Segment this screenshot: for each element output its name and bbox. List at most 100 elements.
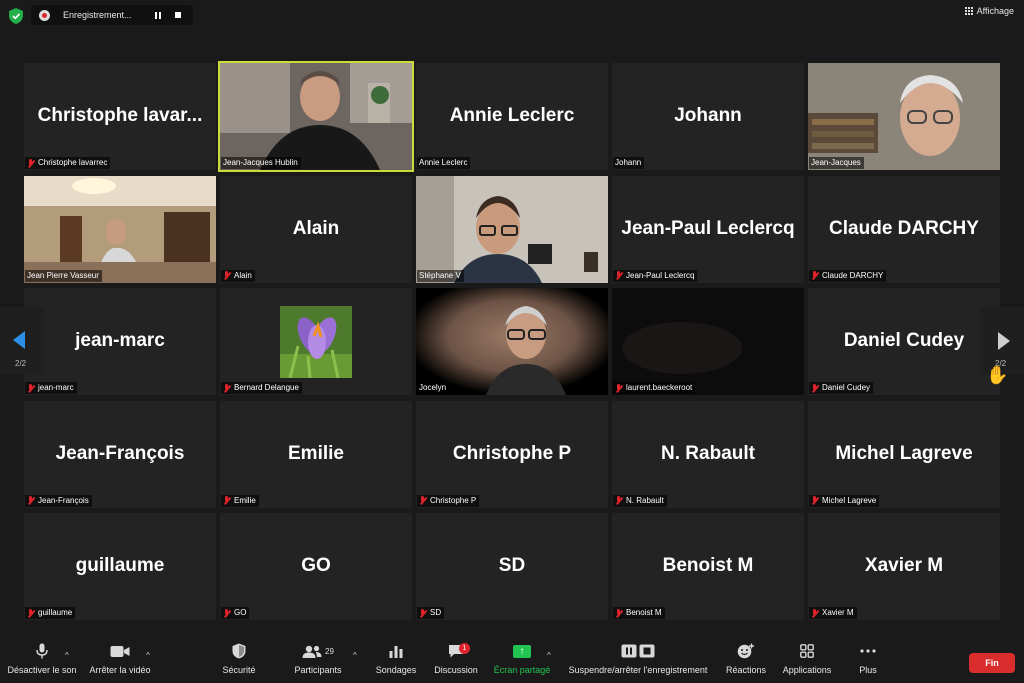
microphone-icon [36, 640, 48, 662]
mic-muted-icon [615, 271, 623, 280]
participant-tile[interactable]: Emilie Emilie [220, 400, 412, 508]
mic-muted-icon [419, 496, 427, 505]
polls-button[interactable]: Sondages [372, 640, 420, 683]
participant-tile[interactable]: Xavier M Xavier M [808, 513, 1000, 620]
stop-recording-button[interactable] [169, 7, 187, 23]
end-meeting-button[interactable]: Fin [969, 653, 1015, 673]
participant-name-tag: Benoist M [613, 607, 665, 619]
participants-icon: 29 [302, 640, 334, 662]
participant-display-name: jean-marc [75, 330, 165, 351]
more-dots-icon [860, 640, 876, 662]
participant-name: Emilie [234, 495, 256, 505]
participant-tile[interactable]: guillaume guillaume [24, 513, 216, 620]
mic-muted-icon [811, 383, 819, 393]
participant-name-tag: Jean-Jacques [809, 157, 864, 169]
participant-display-name: Claude DARCHY [829, 217, 979, 239]
stop-video-button[interactable]: Arrêter la vidéo [84, 640, 156, 683]
participant-name-tag: jean-marc [25, 382, 77, 394]
participant-tile[interactable]: Jean-Paul Leclercq Jean-Paul Leclercq [612, 175, 804, 283]
participant-tile[interactable]: GO GO [220, 513, 412, 620]
participant-name: SD [430, 608, 442, 617]
participant-name: Jean-François [38, 495, 89, 505]
participant-name-tag: Johann [613, 157, 645, 169]
chat-button[interactable]: Discussion [432, 640, 480, 683]
participant-tile[interactable]: Jean Pierre Vasseur [24, 175, 216, 283]
participant-tile[interactable]: Johann Johann [612, 63, 804, 170]
participant-tile-speaking[interactable]: Jean-Jacques Hublin [218, 61, 414, 172]
participant-display-name: Michel Lagreve [835, 442, 973, 464]
participant-name-tag: Jocelyn [417, 382, 450, 394]
grid-icon [964, 6, 974, 16]
mic-muted-icon [811, 608, 819, 618]
participant-tile[interactable]: Christophe P Christophe P [416, 400, 608, 508]
participant-name: Claude DARCHY [822, 270, 884, 280]
participants-options-chevron-icon[interactable]: ^ [353, 651, 357, 660]
participant-tile[interactable]: Daniel Cudey Daniel Cudey [808, 288, 1000, 395]
participant-video [612, 288, 804, 395]
participant-tile[interactable]: laurent.baeckeroot [612, 288, 804, 395]
participants-label: Participants [294, 665, 342, 675]
mic-muted-icon [419, 608, 427, 618]
participant-tile[interactable]: Jocelyn [416, 288, 608, 395]
record-controls-icon [621, 640, 655, 662]
participant-tile[interactable]: SD SD [416, 513, 608, 620]
participant-name-tag: Christophe P [417, 494, 480, 507]
participant-tile[interactable]: Jean-Jacques [808, 63, 1000, 170]
recording-label: Enregistrement... [63, 10, 132, 20]
participant-display-name: Christophe P [452, 442, 572, 464]
participant-tile[interactable]: jean-marc jean-marc [24, 288, 216, 395]
share-screen-button[interactable]: ↑ Écran partagé [490, 640, 554, 683]
view-button[interactable]: Affichage [964, 6, 1014, 16]
chat-unread-badge: 1 [459, 643, 470, 654]
mic-muted-icon [615, 383, 623, 393]
pause-stop-recording-button[interactable]: Suspendre/arrêter l'enregistrement [564, 640, 712, 683]
security-button[interactable]: Sécurité [214, 640, 264, 683]
video-options-chevron-icon[interactable]: ^ [146, 651, 150, 660]
participant-name: Stéphane V [419, 270, 461, 280]
participant-name: Bernard Delangue [234, 383, 299, 392]
participant-tile[interactable]: Alain Alain [220, 175, 412, 283]
participant-tile[interactable]: Michel Lagreve Michel Lagreve [808, 400, 1000, 508]
participant-name-tag: guillaume [25, 607, 76, 619]
participants-count: 29 [325, 646, 334, 656]
participant-display-name: Xavier M [864, 555, 944, 576]
participant-video [220, 63, 412, 170]
participant-tile[interactable]: Claude DARCHY Claude DARCHY [808, 175, 1000, 283]
arrow-right-icon [998, 332, 1010, 350]
mic-muted-icon [223, 496, 231, 505]
participant-display-name: Jean-Paul Leclercq [621, 217, 795, 239]
pause-recording-button[interactable] [149, 7, 167, 23]
participant-name-tag: Bernard Delangue [221, 382, 302, 394]
participant-tile[interactable]: Jean-François Jean-François [24, 400, 216, 508]
more-button[interactable]: Plus [848, 640, 888, 683]
participant-name: Benoist M [626, 608, 662, 617]
participant-tile[interactable]: Annie Leclerc Annie Leclerc [416, 63, 608, 170]
participant-tile[interactable]: Stéphane V [416, 175, 608, 283]
participant-display-name: Johann [674, 105, 742, 126]
apps-button[interactable]: Applications [778, 640, 836, 683]
participant-name: N. Rabault [626, 495, 664, 505]
share-options-chevron-icon[interactable]: ^ [547, 651, 551, 660]
participant-name-tag: Xavier M [809, 607, 857, 619]
participant-name: Michel Lagreve [822, 495, 877, 505]
shield-icon[interactable] [9, 8, 23, 24]
participant-name-tag: laurent.baeckeroot [613, 382, 696, 394]
audio-options-chevron-icon[interactable]: ^ [65, 651, 69, 660]
participant-tile[interactable]: Benoist M Benoist M [612, 513, 804, 620]
participant-name-tag: Jean-Paul Leclercq [613, 269, 698, 282]
security-label: Sécurité [222, 665, 256, 675]
reactions-button[interactable]: Réactions [722, 640, 770, 683]
stop-icon [175, 12, 181, 18]
previous-page-button[interactable]: 2/2 [0, 307, 44, 375]
participant-name-tag: Jean-François [25, 494, 92, 507]
participant-name-tag: SD [417, 607, 445, 619]
mute-button[interactable]: Désactiver le son [4, 640, 80, 683]
participant-display-name: Alain [292, 217, 340, 239]
participant-tile[interactable]: Christophe lavar... Christophe lavarrec [24, 63, 216, 170]
participant-tile[interactable]: N. Rabault N. Rabault [612, 400, 804, 508]
meeting-toolbar: Désactiver le son ^ Arrêter la vidéo ^ S… [0, 640, 1024, 683]
participant-tile[interactable]: Bernard Delangue [220, 288, 412, 395]
participant-name: jean-marc [38, 383, 74, 392]
participant-display-name: Daniel Cudey [843, 330, 965, 351]
participants-button[interactable]: 29 Participants [288, 640, 348, 683]
